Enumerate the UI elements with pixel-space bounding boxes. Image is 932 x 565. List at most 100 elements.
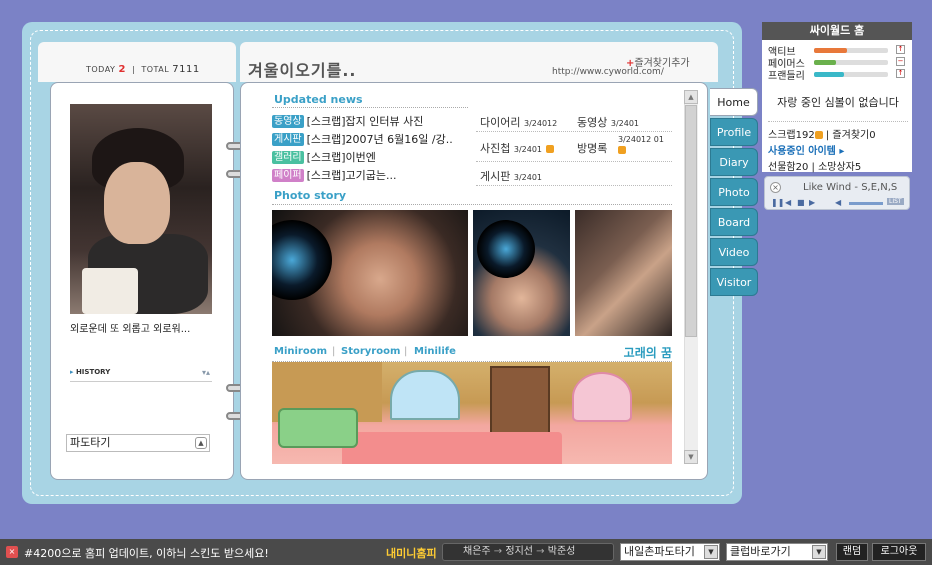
fav-count[interactable]: 즐겨찾기0	[832, 130, 875, 141]
news-text: [스크랩]2007년 6월16일 /강..	[306, 133, 453, 146]
bar-track	[814, 60, 888, 65]
news-item[interactable]: 동영상 [스크랩]잡지 인터뷰 사진	[272, 112, 468, 130]
profile-photo	[70, 104, 212, 314]
wave-ride-value: 내일촌파도타기	[624, 545, 695, 558]
club-dropdown[interactable]: 클럽바로가기 ▼	[726, 543, 828, 561]
stat-diary[interactable]: 다이어리 3/24012	[480, 114, 557, 130]
club-value: 클럽바로가기	[730, 545, 791, 558]
wish-box[interactable]: 소망상자5	[818, 162, 861, 173]
miniroom-scene[interactable]	[272, 362, 672, 464]
miniroom-name: 고래의 꿈	[623, 346, 672, 360]
tab-video[interactable]: Video	[710, 238, 758, 266]
bar-fill	[814, 60, 837, 65]
widget-body: 액티브 ↑ 페이머스 − 프랜들리 ↑ 자랑 중인 심볼이 없습니다 스크랩19…	[762, 40, 912, 173]
tab-home[interactable]: Home	[710, 88, 758, 116]
arrow-icon: →	[536, 546, 545, 557]
tab-photo[interactable]: Photo	[710, 178, 758, 206]
symbol-message: 자랑 중인 심볼이 없습니다	[777, 96, 899, 109]
news-item[interactable]: 갤러리 [스크랩]이번엔	[272, 148, 468, 166]
volume-slider[interactable]	[849, 202, 883, 205]
new-icon	[814, 131, 823, 139]
tab-board[interactable]: Board	[710, 208, 758, 236]
up-arrow-icon: ↑	[896, 45, 905, 54]
news-text: [스크랩]고기굽는...	[306, 169, 397, 182]
history-label: HISTORY	[75, 368, 111, 376]
photo-story-image[interactable]	[272, 210, 468, 336]
total-count: 7111	[172, 64, 200, 75]
news-badge: 동영상	[272, 114, 304, 128]
chevron-down-icon[interactable]: ▼	[704, 545, 718, 559]
volume-icon[interactable]: ◀	[835, 198, 841, 207]
stat-video[interactable]: 동영상 3/2401	[577, 114, 639, 130]
stat-row: 사진첩 3/2401 방명록 3/24012 01	[476, 132, 672, 162]
my-minihompy-link[interactable]: 내미니홈피	[386, 545, 437, 561]
prev-icon[interactable]: ◀	[785, 198, 791, 207]
tab-diary[interactable]: Diary	[710, 148, 758, 176]
triangle-right-icon: ▸	[839, 146, 845, 157]
divider	[768, 121, 908, 122]
pause-icon[interactable]: ❚❚	[771, 198, 784, 207]
friend-path[interactable]: 채은주 → 정지선 → 박준성	[442, 543, 614, 561]
logout-button[interactable]: 로그아웃	[872, 543, 926, 561]
friend-name[interactable]: 정지선	[505, 546, 533, 557]
playlist-button[interactable]: LIST	[887, 198, 904, 205]
scroll-up-button[interactable]: ▲	[684, 90, 698, 104]
updated-news-title: Updated news	[274, 93, 363, 106]
stat-count: 3/24012 01	[618, 135, 664, 144]
next-icon[interactable]: ▶	[809, 198, 815, 207]
stat-label: 방명록	[577, 142, 608, 155]
tab-miniroom[interactable]: Miniroom	[274, 346, 327, 357]
stat-board[interactable]: 게시판 3/2401	[480, 168, 542, 184]
random-button[interactable]: 랜덤	[836, 543, 868, 561]
bottom-bar: × #4200으로 홈피 업데이트, 이하늬 스킨도 받으세요! 내미니홈피 채…	[0, 539, 932, 565]
stop-icon[interactable]: ■	[797, 198, 805, 207]
tab-profile[interactable]: Profile	[710, 118, 758, 146]
visitor-counter: TODAY 2 | TOTAL 7111	[86, 64, 200, 75]
bgm-track-title: Like Wind - S,E,N,S	[803, 182, 898, 193]
photo-story-image[interactable]	[473, 210, 570, 336]
tab-minilife[interactable]: Minilife	[414, 346, 456, 357]
stat-count: 3/24012	[523, 119, 558, 128]
separator: |	[404, 346, 408, 357]
news-item[interactable]: 페이퍼 [스크랩]고기굽는...	[272, 166, 468, 184]
chevron-up-icon[interactable]: ▲	[195, 437, 207, 449]
tab-storyroom[interactable]: Storyroom	[341, 346, 400, 357]
stat-count: 3/2401	[610, 119, 640, 128]
expand-collapse-icon[interactable]: ▾▴	[202, 368, 210, 377]
close-icon[interactable]: ×	[770, 182, 781, 193]
homepage-title: 겨울이오기를..	[248, 61, 357, 80]
items-in-use-link[interactable]: 사용중인 아이템 ▸	[768, 142, 844, 157]
gift-box[interactable]: 선물함20	[768, 162, 808, 173]
notice-text[interactable]: #4200으로 홈피 업데이트, 이하늬 스킨도 받으세요!	[24, 545, 269, 561]
widget-title[interactable]: 싸이월드 홈	[762, 22, 912, 40]
scroll-down-button[interactable]: ▼	[684, 450, 698, 464]
history-toggle[interactable]: ▸ HISTORY ▾▴	[70, 368, 212, 382]
stat-guestbook-count: 3/24012 01	[618, 134, 670, 155]
scroll-thumb[interactable]	[685, 105, 697, 337]
wave-ride-label: 파도타기	[70, 436, 111, 449]
wave-ride-dropdown[interactable]: 내일촌파도타기 ▼	[620, 543, 720, 561]
homepage-url[interactable]: http://www.cyworld.com/	[552, 67, 664, 77]
up-arrow-icon: ↑	[896, 69, 905, 78]
profile-message: 외로운데 또 외롭고 외로워...	[70, 324, 191, 335]
cyworld-home-widget: 싸이월드 홈 액티브 ↑ 페이머스 − 프랜들리 ↑ 자랑 중인 심볼이 없습니…	[762, 22, 912, 173]
menu-stats: 다이어리 3/24012 동영상 3/2401 사진첩 3/2401 방명록 3…	[476, 108, 672, 186]
close-icon[interactable]: ×	[6, 546, 18, 558]
stat-row: 다이어리 3/24012 동영상 3/2401	[476, 108, 672, 132]
friend-name[interactable]: 박준성	[548, 546, 576, 557]
photo-story-image[interactable]	[575, 210, 672, 336]
news-badge: 게시판	[272, 132, 304, 146]
friend-name[interactable]: 채은주	[463, 546, 491, 557]
stat-label: 게시판	[480, 170, 511, 183]
bar-fill	[814, 72, 844, 77]
stat-count: 3/2401	[513, 145, 543, 154]
stat-photo[interactable]: 사진첩 3/2401	[480, 140, 554, 156]
stat-guestbook[interactable]: 방명록	[577, 140, 607, 156]
scrap-count[interactable]: 스크랩192	[768, 130, 815, 141]
bar-track	[814, 48, 888, 53]
bar-label: 프랜들리	[768, 71, 805, 82]
wave-ride-select[interactable]: 파도타기 ▲	[66, 434, 210, 452]
news-item[interactable]: 게시판 [스크랩]2007년 6월16일 /강..	[272, 130, 468, 148]
chevron-down-icon[interactable]: ▼	[812, 545, 826, 559]
tab-visitor[interactable]: Visitor	[710, 268, 758, 296]
